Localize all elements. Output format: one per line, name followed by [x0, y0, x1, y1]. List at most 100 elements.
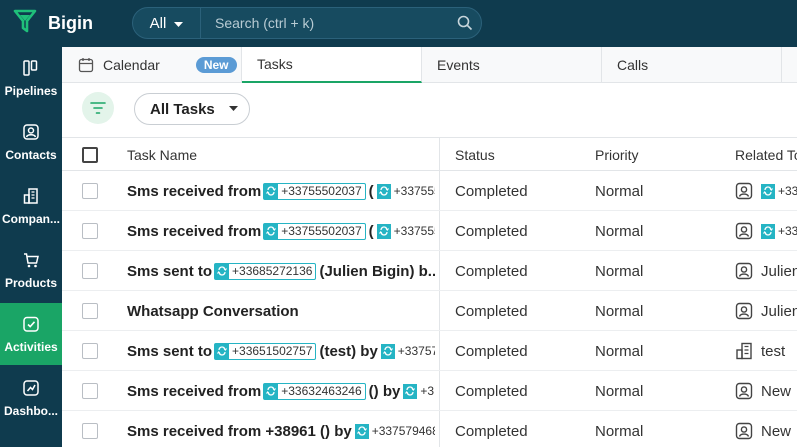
row-checkbox[interactable]: [82, 303, 98, 319]
related-text: Julien: [761, 302, 797, 320]
task-name-cell[interactable]: Sms sent to +33685272136 (Julien Bigin) b.…: [127, 251, 435, 291]
task-name-text: Sms received from +38961 () by: [127, 422, 352, 440]
search-scope-label: All: [149, 14, 167, 32]
row-checkbox[interactable]: [82, 223, 98, 239]
priority-cell: Normal: [595, 182, 644, 200]
products-icon: [22, 251, 40, 272]
companies-icon: [22, 187, 40, 208]
related-to-cell[interactable]: Julien: [735, 291, 797, 331]
sidebar-item-dashboards[interactable]: Dashbo...: [0, 367, 62, 429]
top-bar: Bigin All: [0, 0, 797, 47]
related-to-cell[interactable]: +33: [735, 211, 797, 251]
phone-chip-truncated[interactable]: +337555: [376, 183, 435, 199]
sidebar-item-contacts[interactable]: Contacts: [0, 111, 62, 173]
table-row[interactable]: Sms sent to +33651502757 (test) by +33757 Co…: [62, 331, 797, 371]
task-name-cell[interactable]: Sms received from +38961 () by +337579468: [127, 411, 435, 447]
header-related-to[interactable]: Related To: [735, 138, 797, 171]
phone-chip[interactable]: +33685272136: [214, 262, 317, 280]
app-name: Bigin: [48, 12, 93, 33]
row-checkbox[interactable]: [82, 343, 98, 359]
row-checkbox[interactable]: [82, 183, 98, 199]
task-name-text: Sms sent to: [127, 262, 213, 280]
sidebar-item-companies[interactable]: Compan...: [0, 175, 62, 237]
sidebar-item-pipelines[interactable]: Pipelines: [0, 47, 62, 109]
table-row[interactable]: Whatsapp Conversation Completed Normal Juli…: [62, 291, 797, 331]
table-row[interactable]: Sms received from +33755502037 (+337555 Com…: [62, 171, 797, 211]
row-checkbox[interactable]: [82, 423, 98, 439]
header-task-name[interactable]: Task Name: [127, 138, 197, 171]
related-to-cell[interactable]: New: [735, 411, 797, 447]
related-to-cell[interactable]: test: [735, 331, 797, 371]
activity-tabs: Calendar New Tasks Events Calls: [62, 47, 797, 83]
phone-chip-truncated[interactable]: +33: [761, 223, 797, 239]
related-text: +33: [778, 224, 797, 238]
sync-icon: [215, 343, 230, 359]
sidebar: Pipelines Contacts Compan... Products Ac…: [0, 47, 62, 447]
row-select-cell: [82, 211, 98, 251]
sidebar-item-label: Compan...: [1, 211, 60, 226]
row-checkbox[interactable]: [82, 263, 98, 279]
priority-cell: Normal: [595, 262, 644, 280]
search-icon[interactable]: [449, 15, 481, 31]
select-all-checkbox[interactable]: [82, 146, 98, 163]
contact-icon: [735, 182, 753, 200]
task-name-cell[interactable]: Sms received from +33755502037 (+337555: [127, 211, 435, 251]
view-selector[interactable]: All Tasks: [134, 93, 250, 125]
sync-icon: [354, 423, 369, 439]
tab-calls[interactable]: Calls: [602, 47, 782, 83]
table-row[interactable]: Sms sent to +33685272136 (Julien Bigin) b.…: [62, 251, 797, 291]
tab-label: Calendar: [103, 57, 160, 73]
header-status[interactable]: Status: [455, 138, 495, 171]
tab-calendar[interactable]: Calendar New: [62, 47, 242, 83]
phone-chip[interactable]: +33755502037: [263, 182, 366, 200]
task-name-cell[interactable]: Whatsapp Conversation: [127, 291, 435, 331]
related-to-cell[interactable]: Julien: [735, 251, 797, 291]
task-name-suffix: () by: [368, 382, 401, 400]
sync-icon: [403, 383, 418, 399]
sync-icon: [264, 183, 279, 199]
search-scope-dropdown[interactable]: All: [133, 8, 201, 38]
tab-tasks[interactable]: Tasks: [242, 47, 422, 83]
phone-chip[interactable]: +33651502757: [214, 342, 317, 360]
related-to-cell[interactable]: New: [735, 371, 797, 411]
table-row[interactable]: Sms received from +38961 () by +337579468…: [62, 411, 797, 447]
row-select-cell: [82, 411, 98, 447]
phone-chip-truncated[interactable]: +337555: [376, 223, 435, 239]
header-priority[interactable]: Priority: [595, 138, 639, 171]
row-select-cell: [82, 251, 98, 291]
phone-chip-truncated[interactable]: +33: [761, 183, 797, 199]
company-icon: [735, 342, 753, 360]
phone-chip[interactable]: +33632463246: [263, 382, 366, 400]
phone-chip[interactable]: +33755502037: [263, 222, 366, 240]
task-name-cell[interactable]: Sms received from +33632463246 () by +3: [127, 371, 435, 411]
priority-cell: Normal: [595, 382, 644, 400]
phone-chip-truncated[interactable]: +337579468: [354, 423, 435, 439]
task-name-suffix: (: [368, 222, 374, 240]
table-row[interactable]: Sms received from +33632463246 () by +3 Comp…: [62, 371, 797, 411]
sidebar-item-label: Contacts: [5, 147, 57, 162]
status-cell: Completed: [455, 222, 528, 240]
tab-events[interactable]: Events: [422, 47, 602, 83]
row-select-cell: [82, 331, 98, 371]
brand[interactable]: Bigin: [12, 9, 93, 37]
phone-number: +33685272136: [232, 264, 313, 278]
contact-icon: [735, 222, 753, 240]
task-name-cell[interactable]: Sms received from +33755502037 (+337555: [127, 171, 435, 211]
filter-icon: [90, 102, 106, 114]
phone-number: +337579468: [371, 424, 435, 438]
related-to-cell[interactable]: +33: [735, 171, 797, 211]
task-name-cell[interactable]: Sms sent to +33651502757 (test) by +33757: [127, 331, 435, 371]
pipelines-icon: [22, 59, 40, 80]
phone-number: +33755502037: [281, 224, 362, 238]
phone-chip-truncated[interactable]: +33757: [380, 343, 435, 359]
contact-icon: [735, 302, 753, 320]
phone-number: +33757: [397, 344, 435, 358]
sidebar-item-products[interactable]: Products: [0, 239, 62, 301]
search-input[interactable]: [201, 8, 449, 38]
phone-chip-truncated[interactable]: +3: [403, 383, 434, 399]
sidebar-item-activities[interactable]: Activities: [0, 303, 62, 365]
row-checkbox[interactable]: [82, 383, 98, 399]
table-row[interactable]: Sms received from +33755502037 (+337555 Com…: [62, 211, 797, 251]
sync-icon: [215, 263, 230, 279]
filter-button[interactable]: [82, 92, 114, 124]
